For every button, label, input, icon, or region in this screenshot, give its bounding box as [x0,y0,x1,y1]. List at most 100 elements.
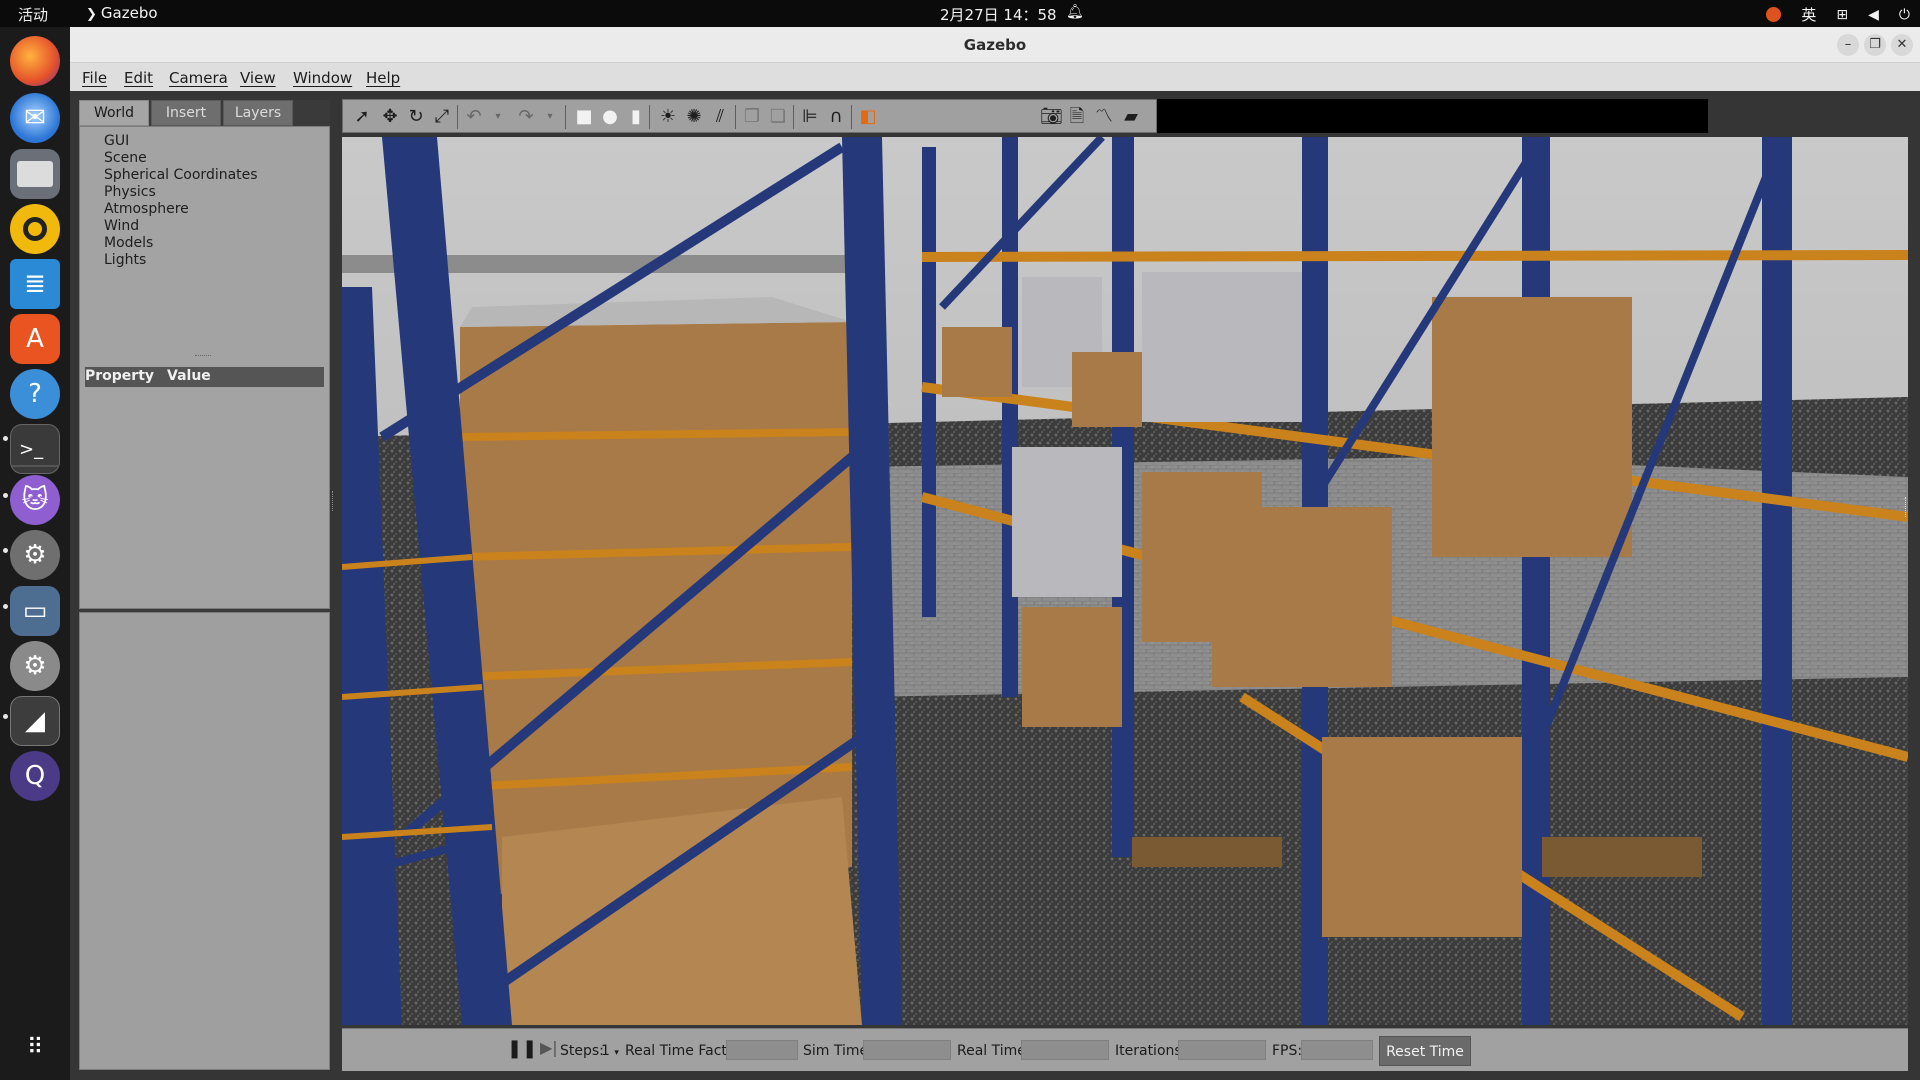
network-icon[interactable]: ⊞ [1836,7,1848,23]
record-video-icon[interactable]: ▰ [1120,106,1142,128]
gazebo-dock-icon[interactable]: ◢ [10,696,60,746]
tab-layers[interactable]: Layers [223,100,293,126]
power-icon[interactable]: ⏻ [1899,7,1910,23]
3d-viewport[interactable] [342,137,1908,1025]
files-icon[interactable] [10,149,60,199]
toolbar-separator [851,105,852,129]
align-icon[interactable]: ⊫ [799,106,821,128]
undo-icon[interactable]: ↶ [463,106,485,128]
menu-window[interactable]: Window [293,69,352,87]
menu-help[interactable]: Help [366,69,400,87]
step-icon[interactable]: ▶| [540,1038,558,1057]
image-viewer-icon[interactable]: ▭ [10,586,60,636]
close-icon[interactable]: ✕ [1891,34,1913,56]
box-front-lower [502,797,862,1025]
scale-icon[interactable]: ⤢ [431,106,453,128]
redo-dropdown-icon[interactable]: ▾ [539,106,561,128]
settings-gear-icon[interactable]: ⚙ [10,530,60,580]
steps-spinner[interactable]: 1 ▾ [601,1043,619,1059]
app-center-icon[interactable]: A [10,314,60,364]
dock: ✉ ≣ A ? >_ 🐱︎ ⚙ ▭ ⚙ ◢ Q ⠿ [0,27,70,1080]
notification-bell-icon[interactable]: 🔔︎ [1066,4,1084,20]
steps-label: Steps: [560,1043,604,1059]
activities-button[interactable]: 活动 [18,4,48,25]
menu-camera[interactable]: Camera [169,69,228,87]
toolbar-separator [735,105,736,129]
tab-world[interactable]: World [79,100,149,126]
tree-item-scene[interactable]: Scene [104,150,147,166]
world-tree: GUI Scene Spherical Coordinates Physics … [79,126,330,609]
paste-icon[interactable]: ❏ [767,106,789,128]
pause-icon[interactable]: ❚❚ [507,1038,537,1059]
gazebo-app-icon: ❯ [86,7,97,22]
reset-time-button[interactable]: Reset Time [1379,1036,1471,1066]
show-apps-grid-icon[interactable]: ⠿ [10,1022,60,1072]
toolbar-separator [565,105,566,129]
box-shape-icon[interactable]: ■ [573,106,595,128]
undo-dropdown-icon[interactable]: ▾ [487,106,509,128]
fps-field [1301,1040,1373,1060]
menu-view[interactable]: View [240,69,276,87]
cylinder-shape-icon[interactable]: ▮ [625,106,647,128]
status-indicator-icon[interactable] [1766,7,1782,22]
sim-time-field [863,1040,951,1060]
firefox-icon[interactable] [10,36,60,86]
system-settings-icon[interactable]: ⚙ [10,641,60,691]
translate-icon[interactable]: ✥ [379,106,401,128]
gazebo-window: Gazebo – ❐ ✕ File Edit Camera View Windo… [70,27,1920,1080]
iterations-label: Iterations: [1115,1043,1187,1059]
directional-light-icon[interactable]: ⫽ [709,106,731,128]
property-table-header: Property Value [85,367,324,387]
thunderbird-icon[interactable]: ✉ [10,93,60,143]
steps-dropdown-icon[interactable]: ▾ [614,1048,619,1058]
screenshot-icon[interactable]: 📷︎ [1040,106,1063,128]
minimize-icon[interactable]: – [1837,34,1859,56]
clock[interactable]: 2月27日 14：58 [940,4,1057,25]
writer-icon[interactable]: ≣ [10,259,60,309]
plot-icon[interactable]: 〽 [1093,106,1115,128]
panel-tabs: World Insert Layers [79,100,330,126]
log-icon[interactable]: 🗎︎ [1066,106,1088,128]
iterations-field [1178,1040,1266,1060]
cat-app-icon[interactable]: 🐱︎ [10,475,60,525]
toolbar-blank-area [1157,99,1708,133]
splitter-handle[interactable] [195,355,211,357]
point-light-icon[interactable]: ☀ [657,106,679,128]
sphere-shape-icon[interactable]: ● [599,106,621,128]
copy-icon[interactable]: ❐ [741,106,763,128]
panel-splitter[interactable] [332,491,335,511]
menu-edit[interactable]: Edit [124,69,153,87]
simulation-status-bar: ❚❚ ▶| Steps: 1 ▾ Real Time Factor: Sim T… [342,1028,1908,1071]
select-arrow-icon[interactable]: ➚ [351,106,373,128]
system-top-bar: 活动 ❯ Gazebo 2月27日 14：58 🔔︎ 英 ⊞ ◀ ⏻ [0,0,1920,27]
app-name: Gazebo [100,4,158,22]
system-tray[interactable]: 英 ⊞ ◀ ⏻ [1766,4,1910,25]
view-angle-icon[interactable]: ◧ [857,106,879,128]
tab-insert[interactable]: Insert [151,100,221,126]
menu-file[interactable]: File [82,69,107,87]
maximize-icon[interactable]: ❐ [1864,34,1886,56]
running-indicator [3,604,8,609]
running-indicator [3,714,8,719]
rotate-icon[interactable]: ↻ [405,106,427,128]
app-menu[interactable]: ❯ Gazebo [86,4,158,22]
redo-icon[interactable]: ↷ [515,106,537,128]
tree-item-atmosphere[interactable]: Atmosphere [104,201,189,217]
spot-light-icon[interactable]: ✺ [683,106,705,128]
tree-item-physics[interactable]: Physics [104,184,156,200]
title-bar[interactable]: Gazebo – ❐ ✕ [70,27,1920,63]
input-method-indicator[interactable]: 英 [1801,4,1816,25]
tree-item-models[interactable]: Models [104,235,153,251]
rhythmbox-icon[interactable] [10,204,60,254]
help-icon[interactable]: ? [10,369,60,419]
tree-item-spherical-coordinates[interactable]: Spherical Coordinates [104,167,258,183]
volume-icon[interactable]: ◀ [1868,7,1879,23]
tree-item-wind[interactable]: Wind [104,218,139,234]
value-column-header: Value [167,368,211,384]
tree-item-lights[interactable]: Lights [104,252,146,268]
viewport-resize-handle[interactable] [1905,497,1908,517]
real-time-field [1021,1040,1109,1060]
tree-item-gui[interactable]: GUI [104,133,129,149]
qt-app-icon[interactable]: Q [10,751,60,801]
snap-icon[interactable]: ∩ [825,106,847,128]
